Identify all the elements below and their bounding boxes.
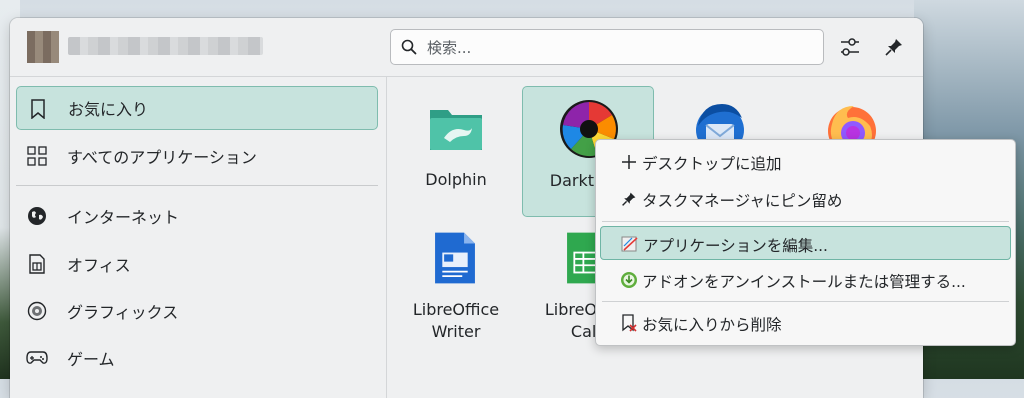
- sidebar-item-games[interactable]: ゲーム: [16, 336, 378, 380]
- menu-item-remove-from-favorites[interactable]: お気に入りから削除: [600, 306, 1011, 340]
- plus-icon: [620, 153, 638, 171]
- graphics-icon: [26, 300, 48, 322]
- menu-separator: [602, 301, 1009, 302]
- sidebar-item-label: オフィス: [67, 256, 131, 275]
- addon-download-icon: [620, 271, 638, 289]
- sidebar-item-label: インターネット: [67, 208, 180, 227]
- search-field[interactable]: [390, 29, 824, 65]
- app-name: LibreOffice Writer: [390, 299, 522, 343]
- search-input[interactable]: [425, 36, 809, 60]
- filter-settings-icon: [841, 38, 859, 56]
- pin-icon: [620, 190, 638, 208]
- menu-item-label: お気に入りから削除: [642, 316, 782, 334]
- app-name: Dolphin: [425, 170, 487, 189]
- sidebar-separator: [16, 185, 378, 186]
- context-menu: デスクトップに追加 タスクマネージャにピン留め アプリケーションを編集... ア…: [595, 139, 1016, 346]
- globe-icon: [26, 205, 48, 227]
- office-icon: [26, 253, 48, 275]
- menu-item-label: デスクトップに追加: [642, 155, 782, 173]
- sidebar-item-favorites[interactable]: お気に入り: [16, 86, 378, 130]
- menu-item-edit-application[interactable]: アプリケーションを編集...: [600, 226, 1011, 260]
- sidebar-item-label: すべてのアプリケーション: [67, 148, 257, 167]
- filter-settings-button[interactable]: [836, 33, 864, 61]
- sidebar-item-graphics[interactable]: グラフィックス: [16, 289, 378, 333]
- menu-item-uninstall-manage-addons[interactable]: アドオンをアンインストールまたは管理する...: [600, 263, 1011, 297]
- category-sidebar: お気に入り すべてのアプリケーション インターネット オフィス グラフィックス …: [10, 77, 387, 398]
- grid-icon: [26, 145, 48, 167]
- app-tile-dolphin[interactable]: Dolphin: [390, 86, 522, 217]
- bookmark-icon: [27, 98, 49, 120]
- dolphin-folder-icon: [430, 110, 482, 150]
- user-name-blurred: [68, 37, 263, 55]
- libreoffice-writer-icon: [435, 232, 475, 284]
- menu-separator: [602, 221, 1009, 222]
- menu-item-label: アドオンをアンインストールまたは管理する...: [642, 273, 966, 291]
- user-avatar[interactable]: [27, 31, 59, 63]
- app-name-line2: Writer: [431, 322, 481, 341]
- search-icon: [401, 39, 417, 55]
- menu-item-label: タスクマネージャにピン留め: [642, 192, 843, 210]
- app-tile-libreoffice-writer[interactable]: LibreOffice Writer: [390, 220, 522, 351]
- menu-item-pin-to-task-manager[interactable]: タスクマネージャにピン留め: [600, 182, 1011, 216]
- remove-favorite-icon: [620, 314, 638, 332]
- launcher-header: [10, 18, 923, 77]
- sidebar-item-label: ゲーム: [67, 350, 115, 369]
- sidebar-item-internet[interactable]: インターネット: [16, 194, 378, 238]
- edit-application-icon: [621, 235, 639, 253]
- gamepad-icon: [26, 347, 48, 369]
- sidebar-item-label: お気に入り: [68, 100, 149, 119]
- app-name-line1: LibreOffice: [412, 300, 500, 319]
- sidebar-item-all-applications[interactable]: すべてのアプリケーション: [16, 134, 378, 178]
- pin-icon: [885, 39, 902, 56]
- sidebar-item-label: グラフィックス: [67, 303, 179, 322]
- pin-launcher-button[interactable]: [880, 33, 908, 61]
- sidebar-item-office[interactable]: オフィス: [16, 242, 378, 286]
- menu-item-label: アプリケーションを編集...: [643, 237, 828, 255]
- menu-item-add-to-desktop[interactable]: デスクトップに追加: [600, 145, 1011, 179]
